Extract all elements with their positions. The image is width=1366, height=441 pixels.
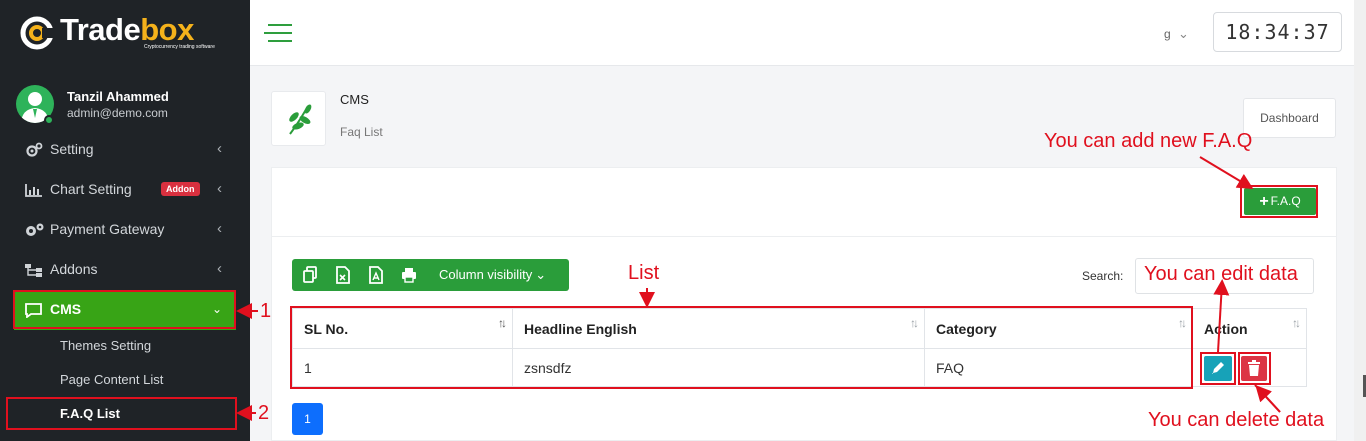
logo-mark-icon (20, 16, 56, 50)
sidebar: Tradebox Cryptocurrency trading software… (0, 0, 250, 441)
highlight-delete (1238, 352, 1271, 385)
chevron-down-icon: ⌄ (1178, 26, 1189, 41)
csv-icon[interactable] (335, 266, 351, 284)
step-number-2: 2 (258, 402, 270, 424)
page-title: CMS (340, 92, 369, 107)
sidebar-subitem-themes-setting[interactable]: Themes Setting (60, 338, 151, 353)
online-status-dot (44, 115, 54, 125)
cogs-icon (26, 223, 44, 236)
sidebar-item-addons[interactable]: Addons ‹ (14, 250, 236, 290)
menu-toggle-icon[interactable] (264, 24, 292, 42)
callout-list: List (628, 262, 660, 284)
sidebar-item-label: Setting (50, 141, 94, 157)
highlight-list (290, 306, 1193, 389)
highlight-faq-list (6, 397, 237, 430)
chevron-left-icon: ‹ (217, 140, 222, 157)
page-subtitle: Faq List (340, 125, 383, 139)
sidebar-item-chart-setting[interactable]: Chart Setting Addon ‹ (14, 170, 236, 210)
callout-edit: You can edit data (1144, 263, 1298, 285)
sidebar-item-label: Chart Setting (50, 181, 132, 197)
highlight-edit (1200, 352, 1236, 385)
column-header-label: Action (1204, 320, 1248, 337)
user-name: Tanzil Ahammed (67, 89, 169, 104)
sidebar-item-label: Addons (50, 261, 98, 277)
sidebar-item-label: Payment Gateway (50, 221, 165, 237)
copy-icon[interactable] (302, 266, 318, 284)
chevron-down-icon: ⌄ (535, 267, 547, 282)
dashboard-button[interactable]: Dashboard (1243, 98, 1336, 138)
callout-delete: You can delete data (1148, 409, 1325, 431)
export-toolbar: Column visibility ⌄ (292, 259, 569, 291)
gears-icon (26, 142, 43, 157)
sitemap-icon (25, 264, 42, 277)
column-header-action[interactable]: Action ↑↓ (1192, 308, 1307, 349)
user-email: admin@demo.com (67, 106, 168, 120)
step-number-1: 1 (260, 300, 272, 322)
digital-clock: 18:34:37 (1213, 12, 1342, 52)
pdf-icon[interactable] (368, 266, 384, 284)
chevron-left-icon: ‹ (217, 180, 222, 197)
callout-add: You can add new F.A.Q (1044, 130, 1253, 152)
sort-icon: ↑↓ (1292, 316, 1301, 330)
chevron-left-icon: ‹ (217, 260, 222, 277)
column-visibility-button[interactable]: Column visibility ⌄ (439, 267, 546, 283)
pagination-page-1[interactable]: 1 (292, 403, 323, 435)
page-header-icon-box (271, 91, 326, 146)
logo-tagline: Cryptocurrency trading software (144, 44, 215, 50)
content-card (271, 167, 1337, 441)
bar-chart-icon (25, 184, 42, 197)
card-divider (271, 236, 1337, 237)
chevron-left-icon: ‹ (217, 220, 222, 237)
sidebar-item-payment-gateway[interactable]: Payment Gateway ‹ (14, 210, 236, 250)
print-icon[interactable] (401, 266, 417, 284)
sidebar-subitem-page-content-list[interactable]: Page Content List (60, 372, 163, 387)
leaf-icon (289, 104, 312, 135)
highlight-add-faq (1240, 185, 1318, 218)
language-selector[interactable]: g ⌄ (1164, 26, 1189, 42)
top-bar: g ⌄ 18:34:37 (250, 0, 1354, 66)
search-label: Search: (1082, 269, 1124, 283)
addon-badge: Addon (161, 182, 200, 196)
column-visibility-label: Column visibility (439, 267, 533, 282)
highlight-cms (13, 290, 236, 329)
language-label: g (1164, 27, 1171, 41)
sidebar-item-setting[interactable]: Setting ‹ (14, 130, 236, 170)
brand-logo[interactable]: Tradebox Cryptocurrency trading software (18, 10, 233, 54)
logo-wordmark: Tradebox (60, 12, 194, 47)
